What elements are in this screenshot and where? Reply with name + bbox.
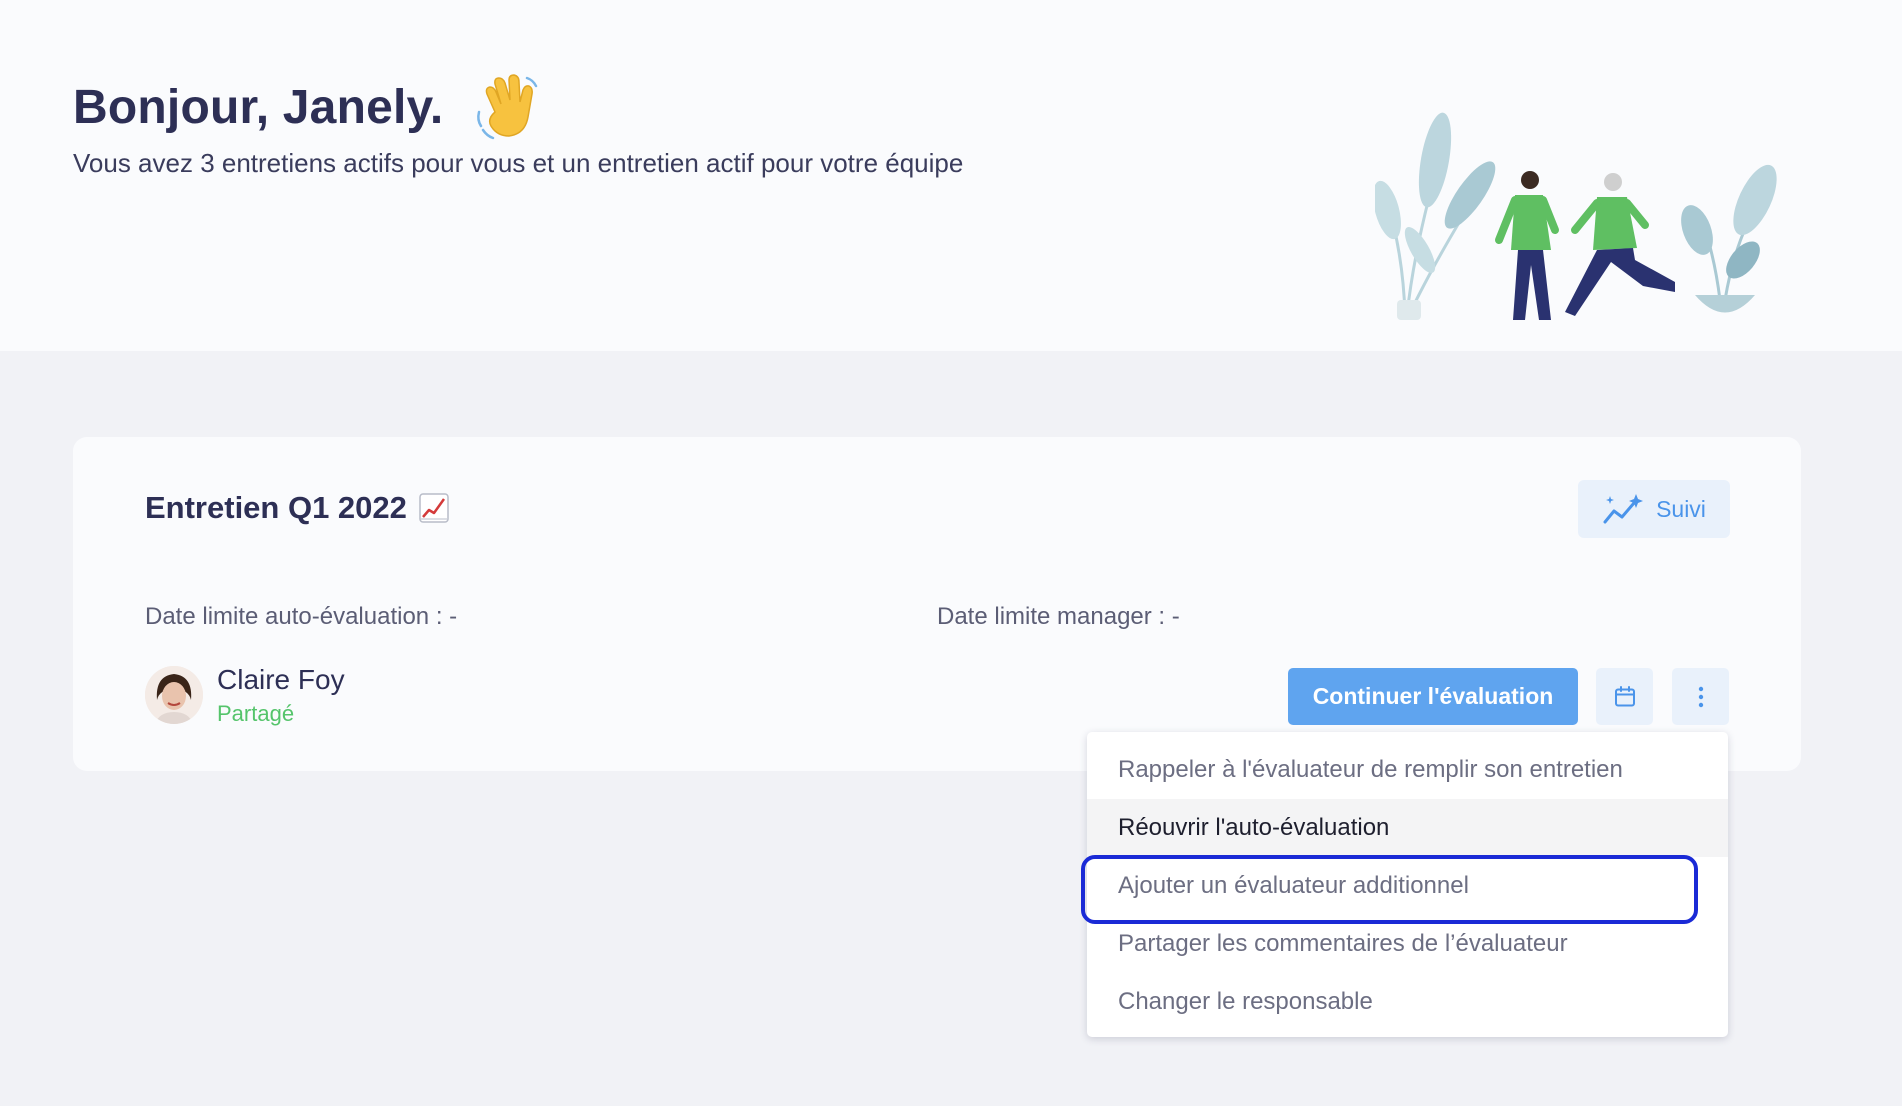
avatar-image (145, 666, 203, 724)
waving-hand-icon (477, 74, 538, 140)
status-badge: Partagé (217, 701, 295, 726)
actions-dropdown-menu: Rappeler à l'évaluateur de remplir son e… (1087, 732, 1728, 1037)
menu-item-share-reviewer-comments[interactable]: Partager les commentaires de l’évaluateu… (1087, 915, 1728, 973)
menu-item-remind-reviewer[interactable]: Rappeler à l'évaluateur de remplir son e… (1087, 741, 1728, 799)
page-greeting: Bonjour, Janely. (73, 72, 543, 142)
greeting-text: Bonjour, Janely. (73, 80, 444, 134)
menu-item-change-manager[interactable]: Changer le responsable (1087, 973, 1728, 1031)
review-title-text: Entretien Q1 2022 (145, 490, 407, 525)
continue-evaluation-button[interactable]: Continuer l'évaluation (1288, 668, 1578, 725)
plant-left-icon (1375, 112, 1496, 320)
menu-item-reopen-self-assessment[interactable]: Réouvrir l'auto-évaluation (1087, 799, 1728, 857)
more-vertical-icon (1698, 686, 1703, 707)
follow-up-button[interactable]: Suivi (1578, 480, 1730, 538)
chart-increasing-icon (419, 493, 449, 523)
more-actions-button[interactable] (1672, 668, 1729, 725)
person-one-icon (1495, 171, 1559, 320)
person-two-icon (1565, 173, 1675, 316)
plant-right-icon (1681, 164, 1777, 313)
team-illustration (1375, 112, 1777, 320)
self-assessment-deadline: Date limite auto-évaluation : - (145, 603, 458, 630)
page-subtitle: Vous avez 3 entretiens actifs pour vous … (73, 148, 964, 178)
manager-deadline: Date limite manager : - (937, 603, 1180, 630)
review-card: Entretien Q1 2022 Suivi Date limite auto… (73, 437, 1801, 771)
calendar-button[interactable] (1596, 668, 1653, 725)
calendar-icon (1614, 685, 1635, 706)
review-title: Entretien Q1 2022 (145, 490, 449, 526)
follow-up-label: Suivi (1656, 495, 1706, 522)
avatar (145, 666, 203, 724)
reviewee-name: Claire Foy (217, 664, 345, 695)
welcome-banner: Bonjour, Janely. Vous avez 3 entretiens … (0, 0, 1902, 351)
sparkle-chart-icon (1603, 494, 1644, 524)
menu-item-add-reviewer[interactable]: Ajouter un évaluateur additionnel (1087, 857, 1728, 915)
